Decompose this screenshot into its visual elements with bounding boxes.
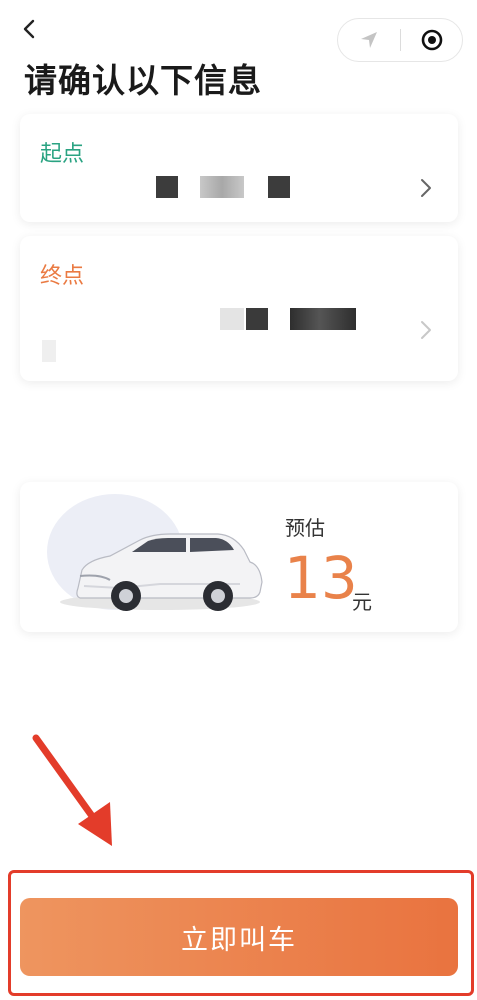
chevron-right-icon [421, 179, 431, 197]
origin-label: 起点 [40, 142, 85, 167]
estimate-label: 预估 [285, 516, 325, 540]
page-title: 请确认以下信息 [24, 61, 262, 100]
mini-program-capsule [337, 18, 463, 62]
record-target-icon [421, 29, 442, 51]
chevron-left-icon [23, 19, 35, 39]
location-button[interactable] [338, 19, 400, 61]
fare-estimate-card: 预估 13 元 [20, 482, 458, 632]
close-mini-program-button[interactable] [401, 19, 462, 61]
chevron-right-icon [421, 321, 431, 339]
origin-card[interactable]: 起点 [20, 114, 458, 222]
back-button[interactable] [14, 14, 44, 44]
red-arrow-annotation [32, 734, 112, 846]
destination-card[interactable]: 终点 [20, 236, 458, 381]
call-car-button[interactable]: 立即叫车 [20, 898, 458, 976]
destination-label: 终点 [40, 264, 85, 289]
car-illustration [47, 494, 263, 611]
estimate-price: 13 [284, 544, 358, 612]
navigation-arrow-icon [361, 32, 377, 48]
price-unit: 元 [352, 590, 372, 614]
